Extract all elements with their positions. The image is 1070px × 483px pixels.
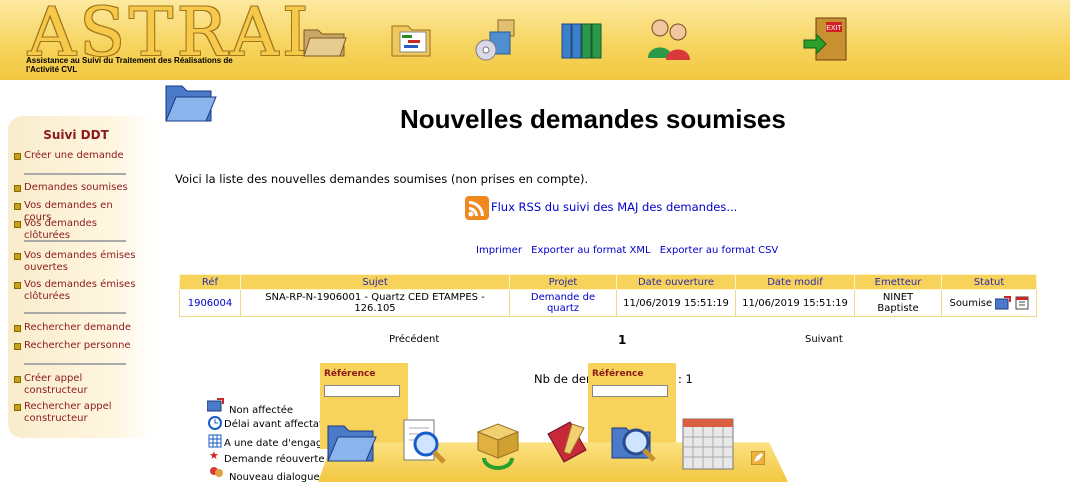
- bullet-icon: [14, 221, 21, 228]
- bullet-icon: [14, 325, 21, 332]
- users-icon[interactable]: [644, 14, 694, 64]
- star-icon: ★: [209, 449, 219, 462]
- sidebar-title: Suivi DDT: [43, 128, 109, 142]
- statut-text: Soumise: [949, 298, 993, 309]
- sidebar-item-rechercher-appel[interactable]: Rechercher appel constructeur: [14, 401, 142, 425]
- sidebar-divider: [24, 240, 126, 242]
- cell-projet[interactable]: Demande de quartz: [509, 289, 617, 317]
- col-header-ref[interactable]: Réf: [179, 274, 241, 290]
- cell-emetteur: NINET Baptiste: [854, 289, 942, 317]
- exit-icon[interactable]: EXIT: [802, 14, 852, 64]
- sidebar-item-emises-ouvertes[interactable]: Vos demandes émises ouvertes: [14, 250, 142, 274]
- intro-text: Voici la liste des nouvelles demandes so…: [175, 172, 589, 186]
- sidebar-divider: [24, 312, 126, 314]
- reference-input[interactable]: [324, 385, 400, 397]
- next-link[interactable]: Suivant: [805, 334, 843, 345]
- demandes-table: Réf Sujet Projet Date ouverture Date mod…: [179, 274, 1037, 317]
- page-title: Nouvelles demandes soumises: [400, 104, 786, 134]
- cell-date-ouverture: 11/06/2019 15:51:19: [616, 289, 736, 317]
- cell-statut: Soumise: [941, 289, 1037, 317]
- sidebar-item-creer-appel[interactable]: Créer appel constructeur: [14, 373, 142, 397]
- sidebar-item-rechercher-demande[interactable]: Rechercher demande: [14, 322, 142, 334]
- sidebar-item-rechercher-personne[interactable]: Rechercher personne: [14, 340, 142, 352]
- export-csv-link[interactable]: Exporter au format CSV: [660, 245, 779, 256]
- bullet-icon: [14, 343, 21, 350]
- count-value: : 1: [678, 372, 693, 386]
- sidebar-item-emises-cloturees[interactable]: Vos demandes émises clôturées: [14, 279, 142, 303]
- export-xml-link[interactable]: Exporter au format XML: [531, 245, 650, 256]
- table-row: 1906004 SNA-RP-N-1906001 - Quartz CED ET…: [179, 289, 1037, 317]
- reference-label: Référence: [592, 369, 644, 379]
- book-edit-icon[interactable]: [538, 414, 594, 470]
- app-header: ASTRAL Assistance au Suivi du Traitement…: [0, 0, 1070, 80]
- col-header-statut[interactable]: Statut: [941, 274, 1037, 290]
- count-label: Nb de der: [534, 372, 591, 386]
- folder-icon[interactable]: [300, 14, 350, 64]
- non-affectee-icon: [994, 296, 1012, 310]
- calendar-grid-icon: [208, 434, 222, 448]
- col-header-date-modif[interactable]: Date modif: [735, 274, 855, 290]
- sidebar-item-demandes-soumises[interactable]: Demandes soumises: [14, 182, 142, 194]
- cell-ref[interactable]: 1906004: [179, 289, 241, 317]
- col-header-date-ouverture[interactable]: Date ouverture: [616, 274, 736, 290]
- gantt-icon[interactable]: [386, 14, 436, 64]
- bullet-icon: [14, 404, 21, 411]
- sidebar-divider: [24, 173, 126, 175]
- reference-input[interactable]: [592, 385, 668, 397]
- bullet-icon: [14, 253, 21, 260]
- non-affectee-icon: [207, 398, 224, 412]
- rss-link[interactable]: Flux RSS du suivi des MAJ des demandes..…: [491, 200, 737, 214]
- export-links: Imprimer Exporter au format XML Exporter…: [476, 245, 784, 256]
- search-magnifier-icon[interactable]: [606, 414, 662, 470]
- reference-label: Référence: [324, 369, 376, 379]
- col-header-emetteur[interactable]: Emetteur: [854, 274, 942, 290]
- search-document-icon[interactable]: [396, 414, 452, 470]
- legend-reouverte: Demande réouverte: [224, 454, 325, 465]
- edit-icon[interactable]: [751, 451, 765, 465]
- bullet-icon: [14, 203, 21, 210]
- box-refresh-icon[interactable]: [470, 414, 526, 470]
- binders-icon[interactable]: [558, 14, 608, 64]
- sidebar-item-creer-demande[interactable]: Créer une demande: [14, 150, 142, 162]
- prev-link[interactable]: Précédent: [389, 334, 439, 345]
- clock-icon: [208, 416, 222, 430]
- legend-non-affectee: Non affectée: [229, 405, 294, 416]
- open-folder-icon: [165, 85, 217, 122]
- app-subtitle: Assistance au Suivi du Traitement des Ré…: [26, 56, 233, 74]
- cell-sujet: SNA-RP-N-1906001 - Quartz CED ETAMPES - …: [240, 289, 510, 317]
- open-folder-icon[interactable]: [322, 414, 380, 470]
- calendar-warning-icon[interactable]: [1015, 296, 1029, 310]
- bullet-icon: [14, 376, 21, 383]
- cell-date-modif: 11/06/2019 15:51:19: [735, 289, 855, 317]
- rss-icon[interactable]: [465, 196, 489, 220]
- sidebar-item-cloturees[interactable]: Vos demandes clôturées: [14, 218, 142, 242]
- page-number[interactable]: 1: [618, 333, 626, 347]
- bullet-icon: [14, 185, 21, 192]
- bullet-icon: [14, 153, 21, 160]
- legend-delai: Délai avant affectatio: [224, 419, 332, 430]
- calendar-icon[interactable]: [680, 416, 736, 472]
- svg-text:EXIT: EXIT: [826, 25, 842, 32]
- sidebar-divider: [24, 363, 126, 365]
- packages-icon[interactable]: [472, 14, 522, 64]
- col-header-projet[interactable]: Projet: [509, 274, 617, 290]
- print-link[interactable]: Imprimer: [476, 245, 522, 256]
- dialogue-icon: [210, 467, 223, 477]
- legend-date-engagement: A une date d'engage: [224, 438, 329, 449]
- col-header-sujet[interactable]: Sujet: [240, 274, 510, 290]
- bullet-icon: [14, 282, 21, 289]
